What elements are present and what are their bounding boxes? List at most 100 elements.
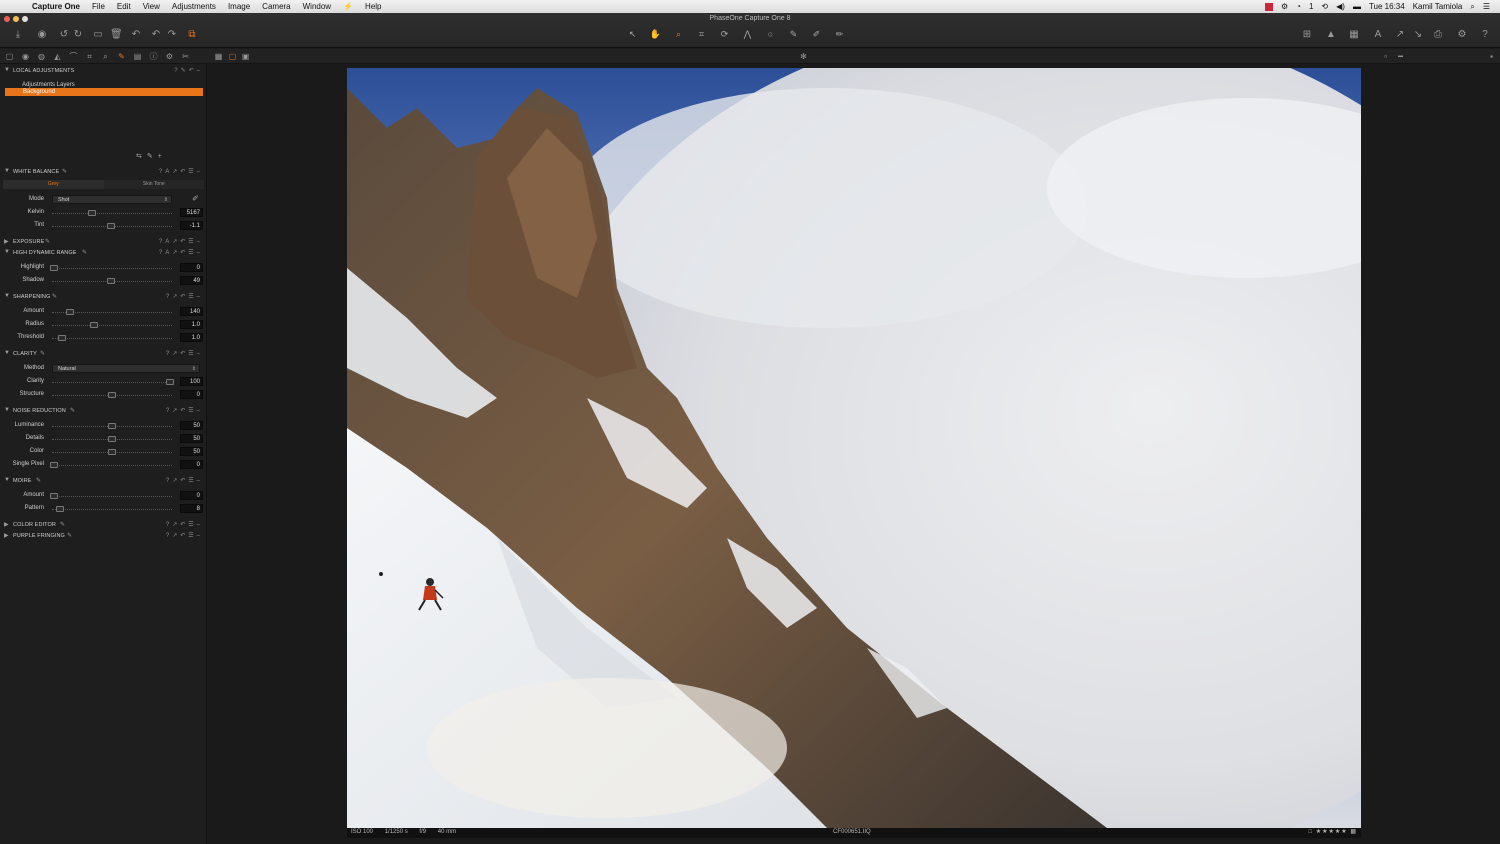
brush-tool-icon[interactable]: ✎: [785, 28, 802, 41]
radius-slider-knob[interactable]: [90, 322, 98, 328]
notifications-icon[interactable]: ☰: [1483, 2, 1490, 11]
highlight-slider-knob[interactable]: [50, 265, 58, 271]
collapse-icon[interactable]: ▼: [4, 168, 10, 174]
expand-icon[interactable]: ▶: [4, 238, 9, 245]
color-tag-icon[interactable]: ▦: [1350, 829, 1357, 835]
status-red-icon[interactable]: [1264, 2, 1273, 11]
collapse-icon[interactable]: ▼: [4, 67, 10, 73]
method-select[interactable]: Natural ⇕: [52, 364, 200, 373]
zoom-out-icon[interactable]: ▫: [1380, 51, 1391, 62]
menu-window[interactable]: Window: [303, 2, 331, 11]
luminance-value[interactable]: 50: [180, 421, 203, 430]
section-clarity[interactable]: ▼ CLARITY ✎ ?↗↶☰–: [0, 349, 207, 359]
menu-help[interactable]: Help: [365, 2, 381, 11]
section-color-editor[interactable]: ▶ COLOR EDITOR ✎ ?↗↶☰–: [0, 520, 207, 530]
text-overlay-icon[interactable]: A: [1372, 29, 1384, 41]
section-tools[interactable]: ?↗↶☰–: [166, 532, 203, 539]
select-tool-icon[interactable]: ↖: [624, 28, 641, 41]
metadata-tab-icon[interactable]: ⓘ: [148, 51, 159, 62]
rotate-right-icon[interactable]: ↻: [72, 29, 84, 41]
extra-icon-2[interactable]: ◔: [1296, 2, 1301, 11]
kelvin-value[interactable]: 5167: [180, 208, 203, 217]
section-tools[interactable]: ?A↗↶☰–: [159, 168, 203, 175]
annotate-tool-icon[interactable]: ✏: [831, 28, 848, 41]
filename-text[interactable]: CF000651.IIQ: [833, 829, 871, 835]
section-sharpening[interactable]: ▼ SHARPENING ✎ ?↗↶☰–: [0, 292, 207, 302]
pencil-icon[interactable]: ✎: [40, 350, 45, 357]
tab-grey[interactable]: Grey: [3, 180, 104, 189]
structure-value[interactable]: 0: [180, 390, 203, 399]
highlight-value[interactable]: 0: [180, 263, 203, 272]
section-local-adjustments[interactable]: ▼ LOCAL ADJUSTMENTS ?✎↶–: [0, 66, 207, 76]
menu-camera[interactable]: Camera: [262, 2, 290, 11]
reset-icon[interactable]: ↶: [130, 29, 142, 41]
capture-icon[interactable]: ◉: [36, 29, 48, 41]
help-icon[interactable]: ?: [1479, 29, 1491, 41]
redo-icon[interactable]: ↷: [166, 29, 178, 41]
section-tools[interactable]: ?A↗↶☰–: [159, 249, 203, 256]
single-pixel-value[interactable]: 0: [180, 460, 203, 469]
batch-tab-icon[interactable]: ✂: [180, 51, 191, 62]
moire-amount-slider-knob[interactable]: [50, 493, 58, 499]
section-exposure[interactable]: ▶ EXPOSURE ✎ ?A↗↶☰–: [0, 237, 207, 247]
menu-file[interactable]: File: [92, 2, 105, 11]
tab-skin-tone[interactable]: Skin Tone: [103, 180, 204, 189]
sync-icon[interactable]: ⟲: [1321, 2, 1328, 11]
luminance-slider-knob[interactable]: [108, 423, 116, 429]
zoom-tool-icon[interactable]: ⌕: [670, 28, 687, 41]
threshold-value[interactable]: 1.0: [180, 333, 203, 342]
flag-icon[interactable]: ▬: [1353, 2, 1361, 11]
radius-value[interactable]: 1.0: [180, 320, 203, 329]
pan-tool-icon[interactable]: ✋: [647, 28, 664, 41]
pencil-icon[interactable]: ✎: [60, 521, 65, 528]
mode-select[interactable]: Shot ⇕: [52, 195, 172, 204]
details-slider-knob[interactable]: [108, 436, 116, 442]
pattern-track[interactable]: [52, 509, 172, 510]
move-icon[interactable]: ▭: [92, 29, 104, 41]
pencil-icon[interactable]: ✎: [45, 238, 50, 245]
section-tools[interactable]: ?↗↶☰–: [166, 407, 203, 414]
library-tab-icon[interactable]: ▢: [4, 51, 15, 62]
spot-removal-icon[interactable]: ○: [762, 28, 779, 41]
pencil-icon[interactable]: ✎: [36, 477, 41, 484]
print-icon[interactable]: ⎙: [1432, 29, 1444, 41]
picker-tool-icon[interactable]: ✐: [808, 28, 825, 41]
section-tools[interactable]: ?A↗↶☰–: [159, 238, 203, 245]
amount-value[interactable]: 140: [180, 307, 203, 316]
section-noise-reduction[interactable]: ▼ NOISE REDUCTION ✎ ?↗↶☰–: [0, 406, 207, 416]
capture-tab-icon[interactable]: ◉: [20, 51, 31, 62]
radius-track[interactable]: [52, 325, 172, 326]
section-tools[interactable]: ?↗↶☰–: [166, 350, 203, 357]
amount-slider-knob[interactable]: [66, 309, 74, 315]
color-tab-icon[interactable]: ◍: [36, 51, 47, 62]
pattern-value[interactable]: 8: [180, 504, 203, 513]
collapse-icon[interactable]: ▼: [4, 477, 10, 483]
shadow-slider-knob[interactable]: [107, 278, 115, 284]
bolt-icon[interactable]: ⚡: [343, 2, 353, 11]
pencil-icon[interactable]: ✎: [62, 168, 67, 175]
apply-icon[interactable]: ↘: [1412, 29, 1424, 41]
clarity-value[interactable]: 100: [180, 377, 203, 386]
eyedropper-icon[interactable]: ✐: [192, 194, 199, 203]
output-tab-icon[interactable]: ⚙: [164, 51, 175, 62]
extra-icon-3[interactable]: 1: [1309, 2, 1313, 11]
undo-icon[interactable]: ↶: [150, 29, 162, 41]
adjustments-tab-icon[interactable]: ▤: [132, 51, 143, 62]
composition-tab-icon[interactable]: ⌗: [84, 51, 95, 62]
main-photo[interactable]: [347, 68, 1361, 828]
menu-edit[interactable]: Edit: [117, 2, 131, 11]
section-tools[interactable]: ?↗↶☰–: [166, 477, 203, 484]
viewer-compare-icon[interactable]: ▣: [240, 51, 251, 62]
details-tab-icon[interactable]: ⌕: [100, 51, 111, 62]
section-tools[interactable]: ?↗↶☰–: [166, 521, 203, 528]
menu-view[interactable]: View: [143, 2, 160, 11]
menu-image[interactable]: Image: [228, 2, 250, 11]
grid-view-icon[interactable]: ⊞: [1301, 29, 1313, 41]
collapse-icon[interactable]: ▼: [4, 249, 10, 255]
single-pixel-track[interactable]: [52, 465, 172, 466]
section-moire[interactable]: ▼ MOIRE ✎ ?↗↶☰–: [0, 476, 207, 486]
clarity-track[interactable]: [52, 382, 172, 383]
expand-icon[interactable]: ▶: [4, 521, 9, 528]
keystone-tool-icon[interactable]: ⋀: [739, 28, 756, 41]
viewer-grid-icon[interactable]: ▦: [213, 51, 224, 62]
